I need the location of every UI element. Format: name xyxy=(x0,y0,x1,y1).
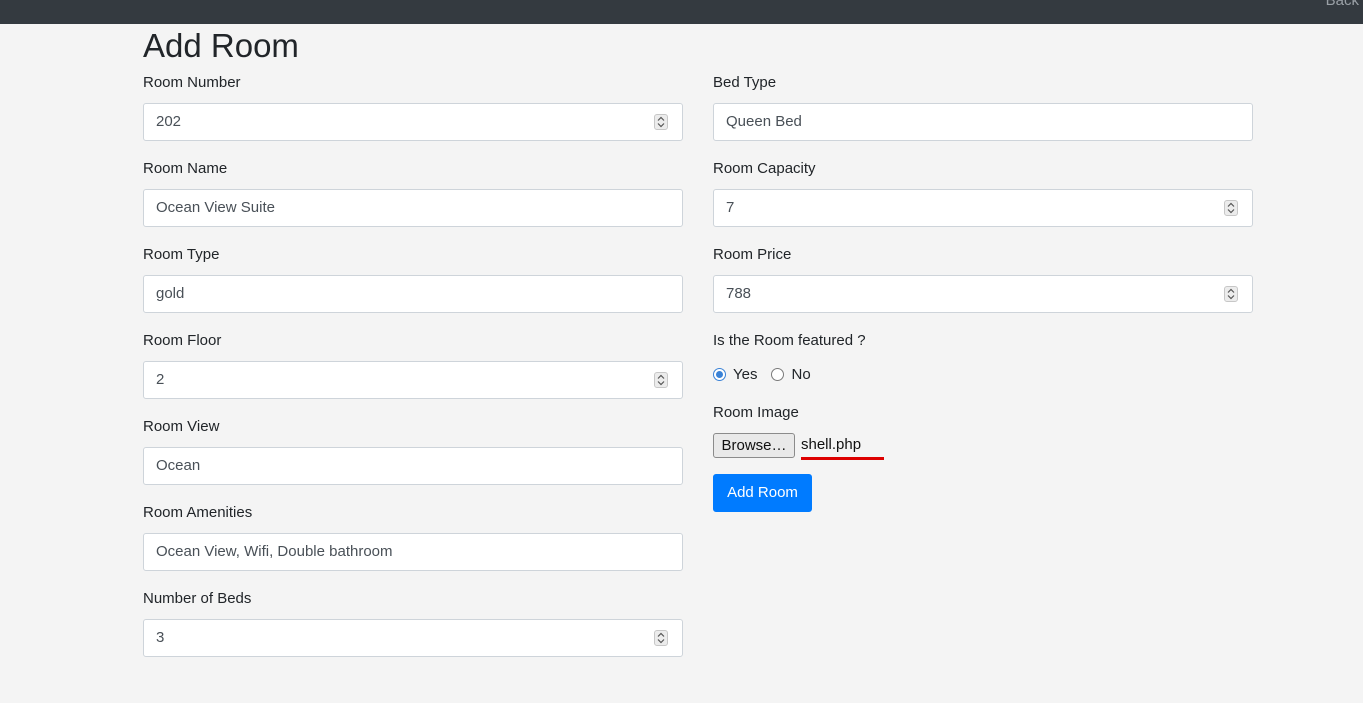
room-name-value: Ocean View Suite xyxy=(156,199,275,216)
room-capacity-input[interactable]: 7 xyxy=(713,189,1253,227)
highlight-underline xyxy=(801,457,884,460)
room-name-label: Room Name xyxy=(143,160,228,177)
bed-type-label: Bed Type xyxy=(713,74,777,91)
top-navbar: Back xyxy=(0,0,1363,24)
number-of-beds-input[interactable]: 3 xyxy=(143,619,683,657)
selected-file-name: shell.php xyxy=(801,436,862,453)
room-price-value: 788 xyxy=(726,285,752,302)
featured-no-label[interactable]: No xyxy=(791,366,810,383)
room-image-label: Room Image xyxy=(713,404,799,421)
room-name-input[interactable]: Ocean View Suite xyxy=(143,189,683,227)
room-capacity-value: 7 xyxy=(726,199,735,216)
add-room-button[interactable]: Add Room xyxy=(713,474,812,512)
number-of-beds-value: 3 xyxy=(156,629,165,646)
browse-button[interactable]: Browse… xyxy=(713,433,795,458)
number-of-beds-label: Number of Beds xyxy=(143,590,252,607)
room-type-input[interactable]: gold xyxy=(143,275,683,313)
stepper-arrows-icon[interactable] xyxy=(654,630,668,646)
room-price-label: Room Price xyxy=(713,246,792,263)
featured-radio-group: Yes No xyxy=(713,363,825,385)
room-type-value: gold xyxy=(156,285,185,302)
page-title: Add Room xyxy=(143,27,299,64)
room-floor-label: Room Floor xyxy=(143,332,222,349)
back-link[interactable]: Back xyxy=(1326,0,1359,9)
room-capacity-label: Room Capacity xyxy=(713,160,816,177)
bed-type-value: Queen Bed xyxy=(726,113,802,130)
room-view-input[interactable]: Ocean xyxy=(143,447,683,485)
stepper-arrows-icon[interactable] xyxy=(654,372,668,388)
room-price-input[interactable]: 788 xyxy=(713,275,1253,313)
room-number-value: 202 xyxy=(156,113,182,130)
featured-no-radio[interactable] xyxy=(771,367,785,381)
room-amenities-value: Ocean View, Wifi, Double bathroom xyxy=(156,543,393,560)
room-floor-value: 2 xyxy=(156,371,165,388)
room-amenities-input[interactable]: Ocean View, Wifi, Double bathroom xyxy=(143,533,683,571)
stepper-arrows-icon[interactable] xyxy=(1224,200,1238,216)
stepper-arrows-icon[interactable] xyxy=(1224,286,1238,302)
room-number-label: Room Number xyxy=(143,74,241,91)
bed-type-input[interactable]: Queen Bed xyxy=(713,103,1253,141)
featured-label: Is the Room featured ? xyxy=(713,332,866,349)
featured-yes-label[interactable]: Yes xyxy=(733,366,757,383)
featured-yes-radio[interactable] xyxy=(713,367,726,381)
room-type-label: Room Type xyxy=(143,246,220,263)
room-amenities-label: Room Amenities xyxy=(143,504,253,521)
room-number-input[interactable]: 202 xyxy=(143,103,683,141)
stepper-arrows-icon[interactable] xyxy=(654,114,668,130)
room-view-label: Room View xyxy=(143,418,220,435)
room-floor-input[interactable]: 2 xyxy=(143,361,683,399)
room-view-value: Ocean xyxy=(156,457,201,474)
